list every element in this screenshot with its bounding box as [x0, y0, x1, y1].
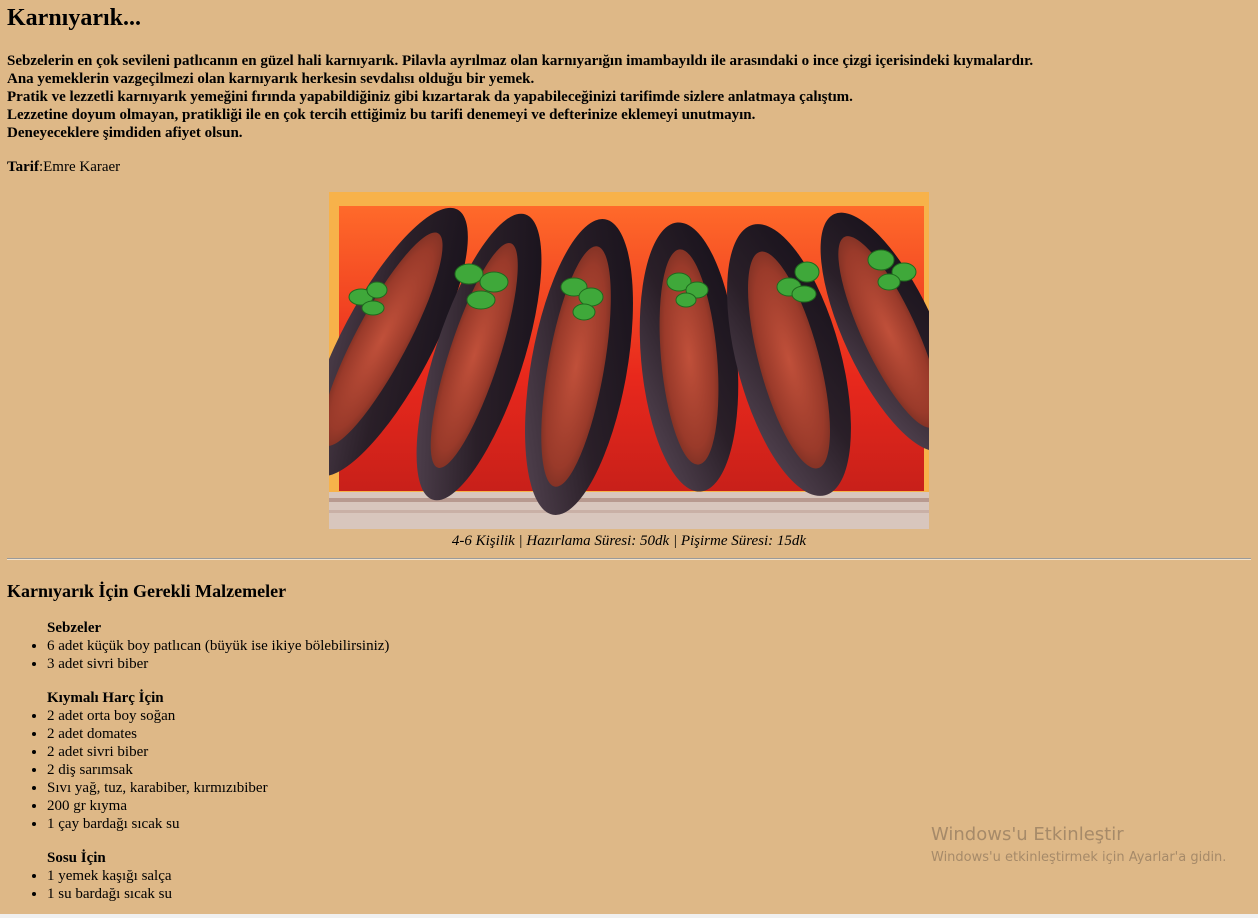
ingredient-item: 2 adet orta boy soğan: [47, 707, 1251, 725]
ingredient-item: 200 gr kıyma: [47, 797, 1251, 815]
author-name: Emre Karaer: [43, 159, 121, 175]
ingredient-item: Sıvı yağ, tuz, karabiber, kırmızıbiber: [47, 779, 1251, 797]
section-title-kiymali-harc: Kıymalı Harç İçin: [47, 690, 164, 706]
ingredient-item: 6 adet küçük boy patlıcan (büyük ise iki…: [47, 637, 1251, 655]
intro-line: Deneyeceklere şimdiden afiyet olsun.: [7, 125, 243, 141]
intro-line: Pratik ve lezzetli karnıyarık yemeğini f…: [7, 89, 853, 105]
recipe-figure: 4-6 Kişilik | Hazırlama Süresi: 50dk | P…: [7, 192, 1251, 550]
image-caption: 4-6 Kişilik | Hazırlama Süresi: 50dk | P…: [451, 533, 807, 549]
ingredient-item: 2 adet sivri biber: [47, 743, 1251, 761]
ingredient-list-kiymali-harc: 2 adet orta boy soğan 2 adet domates 2 a…: [7, 707, 1251, 833]
section-title-sebzeler: Sebzeler: [47, 620, 102, 636]
karniyarik-photo: [329, 192, 929, 529]
author-label: Tarif: [7, 159, 39, 175]
intro-line: Ana yemeklerin vazgeçilmezi olan karnıya…: [7, 71, 535, 87]
intro-line: Sebzelerin en çok sevileni patlıcanın en…: [7, 53, 1034, 69]
ingredients-heading: Karnıyarık İçin Gerekli Malzemeler: [7, 581, 287, 601]
intro-text: Sebzelerin en çok sevileni patlıcanın en…: [7, 52, 1251, 142]
page: Karnıyarık... Sebzelerin en çok sevileni…: [0, 4, 1258, 903]
ingredient-list-sosu: 1 yemek kaşığı salça 1 su bardağı sıcak …: [7, 867, 1251, 903]
ingredient-item: 1 su bardağı sıcak su: [47, 885, 1251, 903]
intro-line: Lezzetine doyum olmayan, pratikliği ile …: [7, 107, 756, 123]
page-title: Karnıyarık...: [7, 5, 142, 31]
ingredient-item: 3 adet sivri biber: [47, 655, 1251, 673]
horizontal-scrollbar[interactable]: [0, 914, 1258, 918]
divider: [7, 558, 1251, 560]
watermark-subtitle: Windows'u etkinleştirmek için Ayarlar'a …: [931, 850, 1227, 865]
watermark-title: Windows'u Etkinleştir: [931, 824, 1124, 845]
ingredient-item: 2 diş sarımsak: [47, 761, 1251, 779]
ingredient-list-sebzeler: 6 adet küçük boy patlıcan (büyük ise iki…: [7, 637, 1251, 673]
recipe-author: Tarif:Emre Karaer: [7, 158, 1251, 176]
ingredient-item: 1 yemek kaşığı salça: [47, 867, 1251, 885]
ingredient-item: 2 adet domates: [47, 725, 1251, 743]
windows-activation-watermark: Windows'u Etkinleştir Windows'u etkinleş…: [931, 824, 1226, 867]
